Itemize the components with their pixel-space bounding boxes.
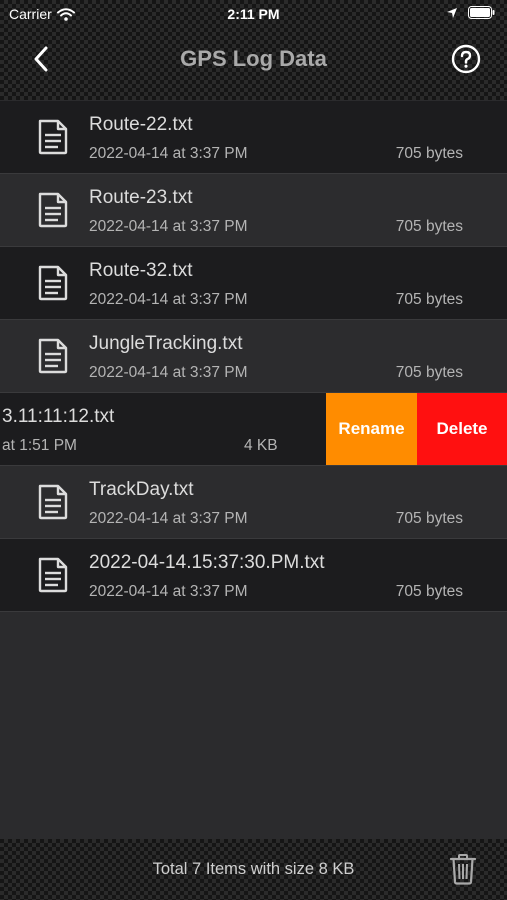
file-name: JungleTracking.txt — [89, 333, 243, 354]
file-row[interactable]: TrackDay.txt 2022-04-14 at 3:37 PM 705 b… — [0, 466, 507, 539]
question-circle-icon — [451, 44, 481, 74]
file-name: Route-22.txt — [89, 114, 193, 135]
navigation-bar: GPS Log Data — [0, 36, 507, 86]
trash-icon — [449, 854, 477, 885]
document-icon — [38, 192, 68, 228]
file-size: 4 KB — [244, 437, 278, 454]
file-date: 2022-04-14 at 3:37 PM — [89, 364, 248, 381]
page-title: GPS Log Data — [180, 46, 327, 71]
document-icon — [38, 557, 68, 593]
file-name: Route-23.txt — [89, 187, 193, 208]
file-list: Route-22.txt 2022-04-14 at 3:37 PM 705 b… — [0, 101, 507, 612]
file-name: Route-32.txt — [89, 260, 193, 281]
document-icon — [38, 484, 68, 520]
file-name: 3.11:11:12.txt — [2, 406, 115, 427]
file-date: 2022-04-14 at 3:37 PM — [89, 510, 248, 527]
battery-icon — [468, 6, 495, 19]
status-time: 2:11 PM — [227, 6, 280, 22]
status-bar: Carrier 2:11 PM — [0, 0, 507, 30]
file-size: 705 bytes — [395, 583, 463, 600]
file-date: 2022-04-14 at 3:37 PM — [89, 145, 248, 162]
file-row[interactable]: Route-32.txt 2022-04-14 at 3:37 PM 705 b… — [0, 247, 507, 320]
file-date: 2022-04-14 at 3:37 PM — [89, 291, 248, 308]
file-row-swiped[interactable]: 3.11:11:12.txt at 1:51 PM 4 KB Rename De… — [0, 393, 507, 466]
total-summary: Total 7 Items with size 8 KB — [152, 860, 355, 878]
document-icon — [38, 265, 68, 301]
file-name: 2022-04-14.15:37:30.PM.txt — [89, 552, 325, 573]
rename-button[interactable]: Rename — [326, 393, 417, 465]
file-date: 2022-04-14 at 3:37 PM — [89, 583, 248, 600]
trash-button[interactable] — [449, 853, 477, 885]
file-row[interactable]: JungleTracking.txt 2022-04-14 at 3:37 PM… — [0, 320, 507, 393]
delete-button[interactable]: Delete — [417, 393, 507, 465]
document-icon — [38, 119, 68, 155]
file-row[interactable]: Route-23.txt 2022-04-14 at 3:37 PM 705 b… — [0, 174, 507, 247]
document-icon — [38, 338, 68, 374]
location-arrow-icon — [447, 7, 457, 18]
file-date: 2022-04-14 at 3:37 PM — [89, 218, 248, 235]
bottom-toolbar: Total 7 Items with size 8 KB — [0, 839, 507, 900]
file-size: 705 bytes — [395, 218, 463, 235]
file-size: 705 bytes — [395, 364, 463, 381]
file-name: TrackDay.txt — [89, 479, 194, 500]
file-size: 705 bytes — [395, 510, 463, 527]
status-right — [446, 6, 495, 19]
file-row[interactable]: Route-22.txt 2022-04-14 at 3:37 PM 705 b… — [0, 101, 507, 174]
file-date: at 1:51 PM — [2, 437, 77, 454]
file-row[interactable]: 2022-04-14.15:37:30.PM.txt 2022-04-14 at… — [0, 539, 507, 612]
help-button[interactable] — [451, 44, 481, 74]
file-size: 705 bytes — [395, 291, 463, 308]
file-size: 705 bytes — [395, 145, 463, 162]
top-bar: Carrier 2:11 PM GPS Log Data — [0, 0, 507, 100]
